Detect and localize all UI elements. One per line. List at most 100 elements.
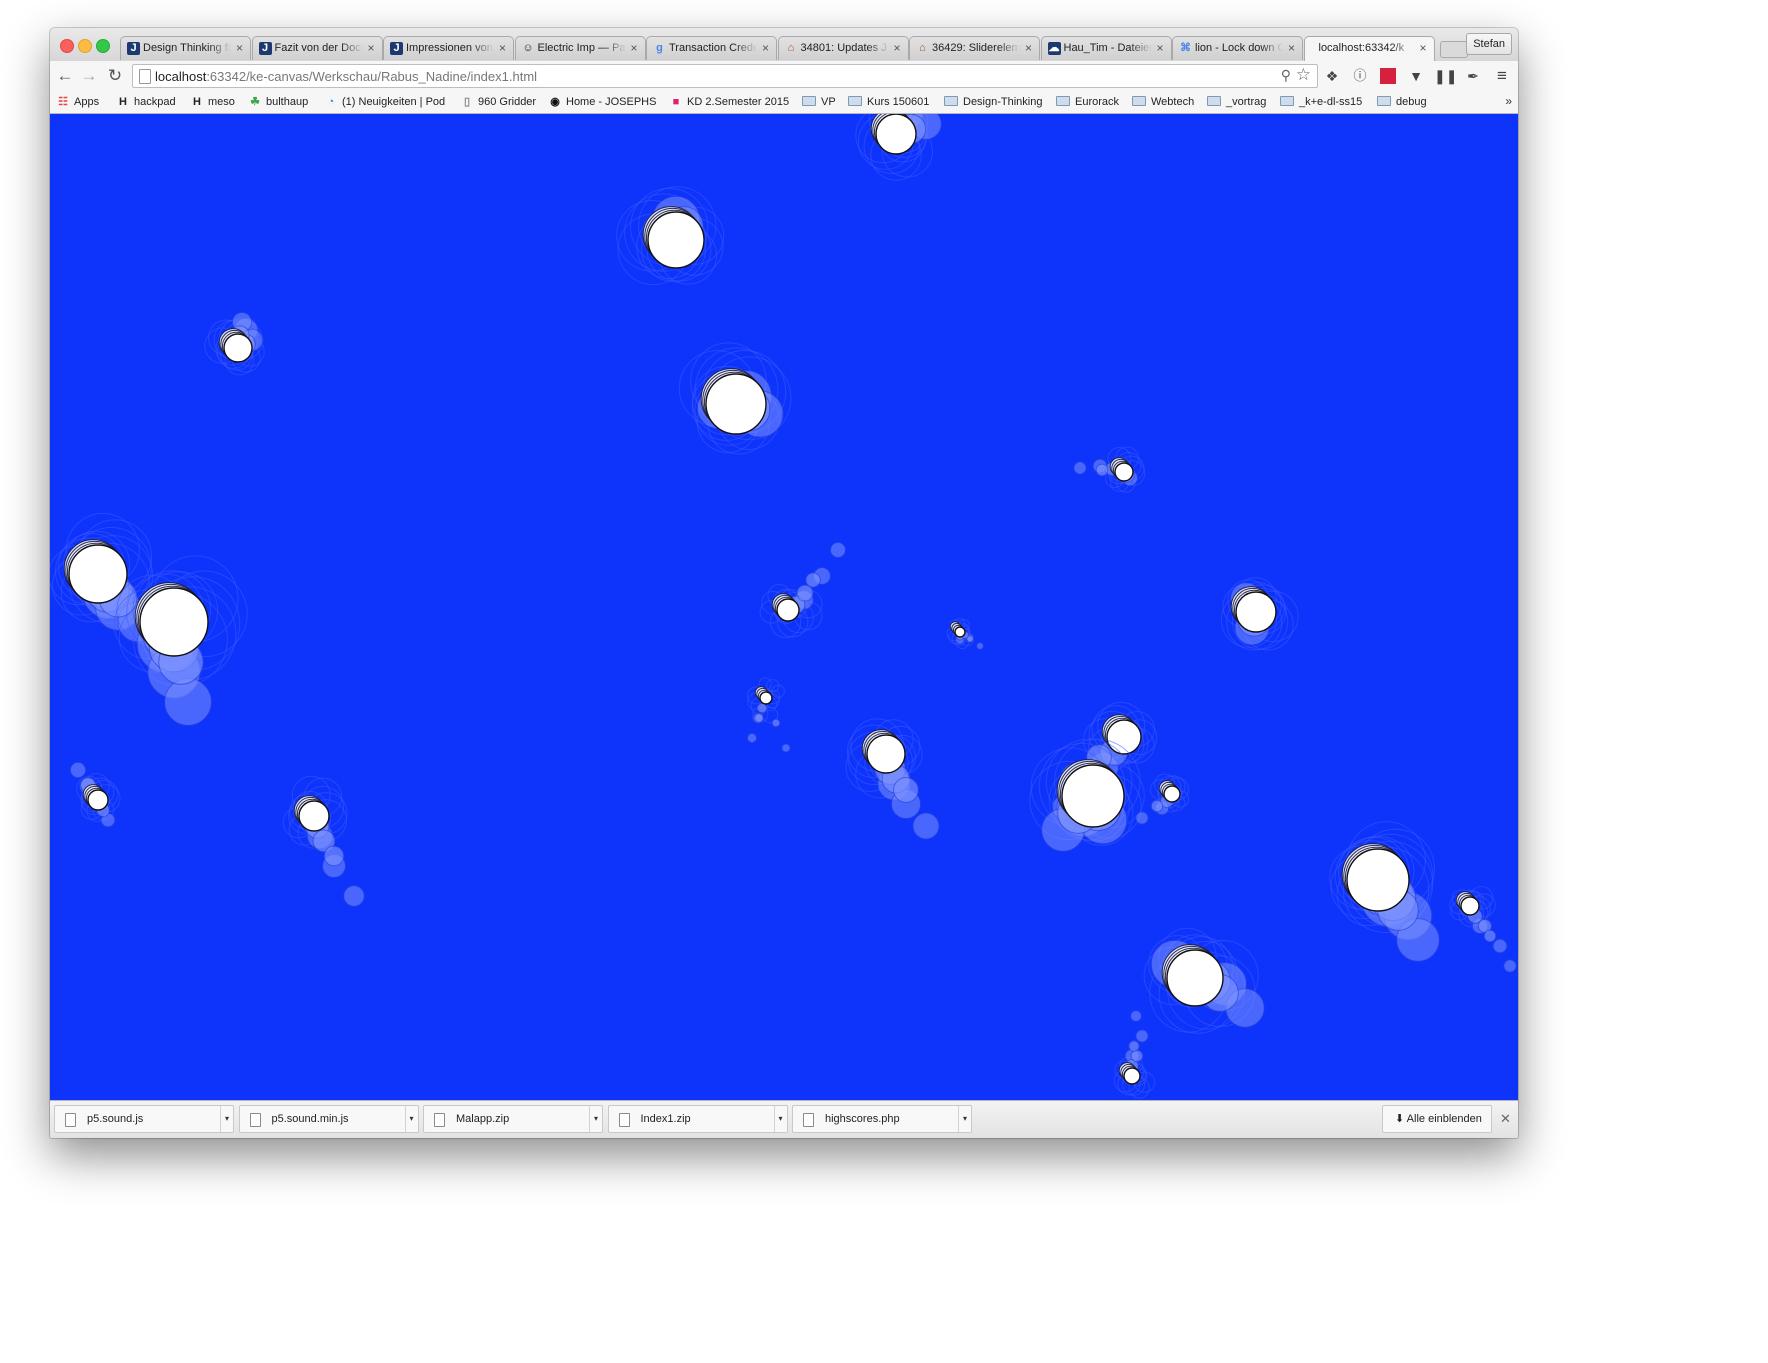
menu-icon[interactable]: ≡ <box>1492 66 1512 86</box>
download-filename: p5.sound.js <box>87 1113 144 1125</box>
bookmarks-overflow-button[interactable]: » <box>1505 94 1512 108</box>
bookmark-1-neuigkeiten-pod[interactable]: ◔ (1) Neuigkeiten | Pod <box>324 94 445 110</box>
tab-close-icon[interactable]: × <box>1156 41 1163 55</box>
download-menu-icon[interactable]: ▾ <box>958 1106 971 1132</box>
tab-close-icon[interactable]: × <box>499 41 506 55</box>
bookmark-kd-2-semester-2015[interactable]: ■ KD 2.Semester 2015 <box>669 94 789 110</box>
bookmark-label: _vortrag <box>1226 96 1267 108</box>
arrow-right-icon: → <box>80 66 98 85</box>
bookmark-bulthaup[interactable]: ☘ bulthaup <box>248 94 308 110</box>
new-tab-button[interactable] <box>1440 41 1468 58</box>
tab-title: Transaction Crede <box>669 42 757 54</box>
tab-favicon-icon: J <box>258 42 272 55</box>
download-menu-icon[interactable]: ▾ <box>773 1106 787 1132</box>
download-menu-icon[interactable]: ▾ <box>589 1106 602 1132</box>
bookmark-design-thinking[interactable]: Design-Thinking <box>944 94 1042 110</box>
tab-10[interactable]: localhost:63342/k × <box>1303 36 1435 61</box>
bookmark-vortrag[interactable]: _vortrag <box>1207 94 1266 110</box>
window-close-button[interactable] <box>60 39 74 53</box>
folder-icon <box>848 96 862 106</box>
paint-blob <box>946 618 984 650</box>
tab-close-icon[interactable]: × <box>236 41 243 55</box>
window-maximize-button[interactable] <box>96 39 110 53</box>
download-item[interactable]: Malapp.zip ▾ <box>423 1105 603 1133</box>
bookmark-apps[interactable]: ☷ Apps <box>56 94 99 110</box>
tab-4[interactable]: ☺ Electric Imp — Pa × <box>514 36 646 60</box>
tab-8[interactable]: ☁ Hau_Tim - Dateien × <box>1040 36 1172 60</box>
tab-close-icon[interactable]: × <box>762 41 769 55</box>
bookmark-label: debug <box>1396 96 1427 108</box>
download-item[interactable]: p5.sound.js ▾ <box>54 1105 234 1133</box>
download-item[interactable]: p5.sound.min.js ▾ <box>238 1105 419 1133</box>
tab-close-icon[interactable]: × <box>1288 41 1295 55</box>
tab-close-icon[interactable]: × <box>630 41 637 55</box>
tab-title: lion - Lock down C <box>1195 42 1283 54</box>
pocket-icon[interactable]: ▼ <box>1406 66 1426 86</box>
tab-close-icon[interactable]: × <box>367 41 374 55</box>
info-icon[interactable]: ⓘ <box>1350 66 1370 86</box>
folder-icon <box>1132 96 1146 106</box>
tab-2[interactable]: J Fazit von der Docu × <box>251 36 383 60</box>
zoom-icon[interactable]: ⚲ <box>1281 67 1291 84</box>
hackpad-icon: H <box>193 96 201 108</box>
eyedropper-icon[interactable]: ✒ <box>1463 66 1483 86</box>
download-item[interactable]: Index1.zip ▾ <box>607 1105 788 1133</box>
tab-6[interactable]: ⌂ 34801: Updates J × <box>777 36 909 60</box>
bookmark-eurorack[interactable]: Eurorack <box>1056 94 1119 110</box>
download-item[interactable]: highscores.php ▾ <box>792 1105 972 1133</box>
tab-favicon-icon: g <box>656 42 663 54</box>
bookmark-debug[interactable]: debug <box>1377 94 1427 110</box>
file-icon <box>249 1113 261 1127</box>
bookmark-home-josephs[interactable]: ◉ Home - JOSEPHS <box>548 94 656 110</box>
url-text: localhost:63342/ke-canvas/Werkschau/Rabu… <box>155 69 537 84</box>
tab-favicon-icon: ☺ <box>522 42 534 54</box>
toolbar: ← → ↻ localhost:63342/ke-canvas/Werkscha… <box>50 61 1518 91</box>
tab-close-icon[interactable]: × <box>1419 41 1426 55</box>
tab-close-icon[interactable]: × <box>1025 41 1032 55</box>
bookmark-webtech[interactable]: Webtech <box>1132 94 1194 110</box>
kd-icon: ■ <box>672 96 680 108</box>
address-bar[interactable]: localhost:63342/ke-canvas/Werkschau/Rabu… <box>132 64 1318 88</box>
paint-blob <box>616 186 725 286</box>
download-menu-icon[interactable]: ▾ <box>404 1106 418 1132</box>
paint-blob <box>1143 927 1265 1034</box>
tab-1[interactable]: J Design Thinking fü × <box>120 36 251 60</box>
back-button[interactable]: ← <box>54 65 76 87</box>
folder-icon <box>1280 96 1294 106</box>
close-shelf-icon[interactable]: ✕ <box>1500 1111 1511 1127</box>
bookmark-label: Apps <box>74 96 100 108</box>
tab-7[interactable]: ⌂ 36429: Sliderelem × <box>909 36 1040 60</box>
tab-5[interactable]: g Transaction Crede × <box>646 36 777 60</box>
tab-title: Fazit von der Docu <box>274 42 363 54</box>
bookmark-star-icon[interactable]: ☆ <box>1296 65 1311 85</box>
bookmark-kurs-150601[interactable]: Kurs 150601 <box>848 94 929 110</box>
bookmark-label: Webtech <box>1151 96 1195 108</box>
hackpad-icon: H <box>119 96 127 108</box>
bookmark-960-gridder[interactable]: ▯ 960 Gridder <box>460 94 536 110</box>
tab-title: Design Thinking fü <box>143 42 231 54</box>
tab-9[interactable]: ⌘ lion - Lock down C × <box>1172 36 1303 60</box>
show-all-downloads-button[interactable]: ⬇ Alle einblenden <box>1382 1105 1492 1133</box>
forward-button[interactable]: → <box>78 65 100 87</box>
evernote-icon[interactable]: ❖ <box>1322 66 1342 86</box>
drawing-canvas[interactable] <box>50 114 1518 1100</box>
download-menu-icon[interactable]: ▾ <box>220 1106 233 1132</box>
bookmark-hackpad[interactable]: Hhackpad <box>116 94 176 110</box>
folder-icon <box>1377 96 1391 106</box>
bookmark-meso[interactable]: Hmeso <box>190 94 235 110</box>
bookmark-label: Design-Thinking <box>963 96 1043 108</box>
reload-button[interactable]: ↻ <box>104 65 126 87</box>
bookmark-label: bulthaup <box>266 96 309 108</box>
tab-close-icon[interactable]: × <box>893 41 900 55</box>
profile-button[interactable]: Stefan <box>1466 33 1512 55</box>
bookmark-vp[interactable]: VP <box>802 94 836 110</box>
folder-icon <box>1207 96 1221 106</box>
bookmark-label: (1) Neuigkeiten | Pod <box>342 96 446 108</box>
window-minimize-button[interactable] <box>78 39 92 53</box>
folder-icon <box>802 96 816 106</box>
page-canvas[interactable] <box>50 114 1518 1100</box>
tab-3[interactable]: J Impressionen von d × <box>383 36 514 60</box>
bookmark-k-e-dl-ss15[interactable]: _k+e-dl-ss15 <box>1280 94 1362 110</box>
panel-icon[interactable]: ❚❚ <box>1434 66 1457 86</box>
red-ext-icon[interactable] <box>1378 66 1398 86</box>
